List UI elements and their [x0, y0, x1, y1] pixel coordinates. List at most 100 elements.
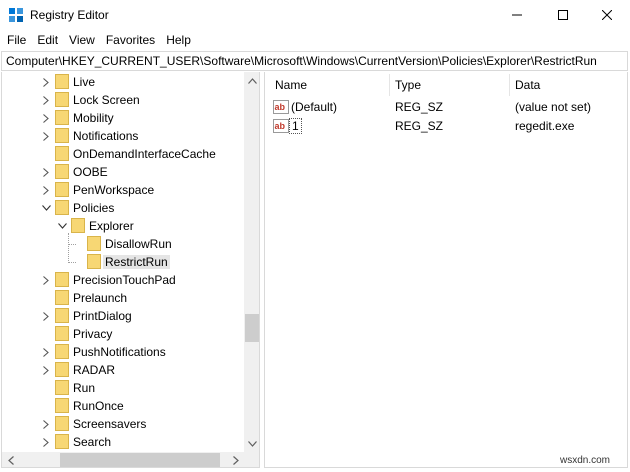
scroll-down-button[interactable] [244, 435, 259, 452]
registry-editor-icon [9, 8, 23, 22]
tree-item-runonce[interactable]: RunOnce [2, 397, 244, 415]
tree-item-pushnotifications[interactable]: PushNotifications [2, 343, 244, 361]
chevron-right-icon [43, 77, 49, 87]
folder-icon [55, 290, 69, 305]
watermark: wsxdn.com [560, 455, 611, 466]
chevron-right-icon [43, 167, 49, 177]
tree-item-label: PenWorkspace [73, 183, 155, 197]
column-header-type[interactable]: Type [389, 72, 509, 97]
close-icon [602, 10, 612, 20]
tree-connector [68, 262, 76, 263]
expand-button[interactable] [40, 362, 52, 378]
folder-icon [55, 344, 69, 359]
tree-item-policies[interactable]: Policies [2, 199, 244, 217]
expand-button[interactable] [40, 128, 52, 144]
chevron-right-icon [43, 185, 49, 195]
folder-icon [55, 272, 69, 287]
tree-item-lock-screen[interactable]: Lock Screen [2, 91, 244, 109]
chevron-right-icon [43, 113, 49, 123]
tree-item-notifications[interactable]: Notifications [2, 127, 244, 145]
tree-item-label: Run [73, 381, 96, 395]
expand-button[interactable] [40, 416, 52, 432]
tree-item-disallowrun[interactable]: DisallowRun [2, 235, 244, 253]
menu-favorites[interactable]: Favorites [101, 30, 161, 50]
scroll-left-button[interactable] [2, 452, 19, 467]
tree-item-explorer[interactable]: Explorer [2, 217, 244, 235]
expand-button[interactable] [40, 92, 52, 108]
tree-vertical-scrollbar[interactable] [244, 72, 259, 452]
tree-item-search[interactable]: Search [2, 433, 244, 451]
tree-item-label: Lock Screen [73, 93, 140, 107]
tree-item-label: RestrictRun [103, 255, 170, 269]
tree-item-radar[interactable]: RADAR [2, 361, 244, 379]
value-type: REG_SZ [395, 119, 444, 133]
expand-button[interactable] [40, 110, 52, 126]
tree-connector [68, 244, 76, 245]
menu-file[interactable]: File [2, 30, 32, 50]
value-row[interactable]: ab (Default) REG_SZ (value not set) [265, 98, 627, 116]
tree-item-label: Live [73, 75, 96, 89]
tree-item-label: PushNotifications [73, 345, 166, 359]
value-row[interactable]: ab 1 REG_SZ regedit.exe [265, 117, 627, 135]
values-list: Name Type Data ab (Default) REG_SZ (valu… [264, 72, 628, 468]
column-header-name[interactable]: Name [269, 72, 389, 97]
folder-icon [55, 92, 69, 107]
tree-item-printdialog[interactable]: PrintDialog [2, 307, 244, 325]
tree-item-precisiontouchpad[interactable]: PrecisionTouchPad [2, 271, 244, 289]
chevron-down-icon [41, 205, 51, 211]
chevron-down-icon [248, 440, 257, 447]
address-bar[interactable]: Computer\HKEY_CURRENT_USER\Software\Micr… [1, 51, 628, 71]
chevron-right-icon [43, 131, 49, 141]
maximize-button[interactable] [540, 0, 586, 30]
expand-button[interactable] [40, 182, 52, 198]
tree-item-label: OnDemandInterfaceCache [73, 147, 216, 161]
menu-view[interactable]: View [64, 30, 101, 50]
value-data: (value not set) [515, 100, 592, 114]
tree-item-oobe[interactable]: OOBE [2, 163, 244, 181]
close-button[interactable] [584, 0, 630, 30]
tree-item-live[interactable]: Live [2, 73, 244, 91]
folder-icon [55, 200, 69, 215]
menu-edit[interactable]: Edit [32, 30, 64, 50]
chevron-right-icon [43, 95, 49, 105]
chevron-right-icon [43, 311, 49, 321]
string-value-icon: ab [273, 100, 289, 114]
collapse-button[interactable] [56, 218, 68, 234]
tree-item-restrictrun[interactable]: RestrictRun [2, 253, 244, 271]
tree-item-label: Explorer [89, 219, 134, 233]
tree-item-mobility[interactable]: Mobility [2, 109, 244, 127]
tree-item-run[interactable]: Run [2, 379, 244, 397]
folder-icon [55, 326, 69, 341]
tree-item-label: RADAR [73, 363, 116, 377]
column-header-data[interactable]: Data [509, 72, 627, 97]
tree-item-privacy[interactable]: Privacy [2, 325, 244, 343]
tree-horizontal-scrollbar[interactable] [2, 452, 244, 467]
tree-item-label: DisallowRun [105, 237, 172, 251]
chevron-right-icon [43, 275, 49, 285]
tree-horizontal-scroll-thumb[interactable] [60, 453, 220, 467]
expand-button[interactable] [40, 272, 52, 288]
tree-item-label: OOBE [73, 165, 108, 179]
menu-help[interactable]: Help [161, 30, 197, 50]
value-data: regedit.exe [515, 119, 575, 133]
folder-icon [55, 128, 69, 143]
expand-button[interactable] [40, 344, 52, 360]
expand-button[interactable] [40, 434, 52, 450]
svg-text:ab: ab [275, 121, 286, 131]
minimize-button[interactable] [494, 0, 540, 30]
expand-button[interactable] [40, 74, 52, 90]
value-name-rename-field[interactable]: 1 [289, 118, 302, 134]
key-tree: Live Lock Screen Mobility Notifications OnDe… [1, 72, 260, 468]
expand-button[interactable] [40, 308, 52, 324]
minimize-icon [512, 14, 522, 16]
tree-item-screensavers[interactable]: Screensavers [2, 415, 244, 433]
tree-item-ondemandinterfacecache[interactable]: OnDemandInterfaceCache [2, 145, 244, 163]
expand-button[interactable] [40, 164, 52, 180]
scroll-up-button[interactable] [244, 72, 259, 89]
tree-vertical-scroll-thumb[interactable] [245, 314, 259, 342]
chevron-left-icon [7, 456, 14, 465]
scroll-right-button[interactable] [227, 452, 244, 467]
collapse-button[interactable] [40, 200, 52, 216]
tree-item-prelaunch[interactable]: Prelaunch [2, 289, 244, 307]
tree-item-penworkspace[interactable]: PenWorkspace [2, 181, 244, 199]
